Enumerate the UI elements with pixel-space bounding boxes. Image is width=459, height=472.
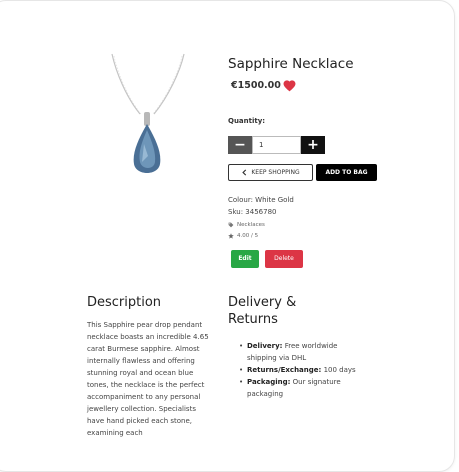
delivery-list: • Delivery: Free worldwide shipping via D… — [228, 340, 358, 400]
description-heading: Description — [87, 295, 162, 310]
product-colour: Colour: White Gold — [228, 196, 294, 204]
keep-shopping-button[interactable]: KEEP SHOPPING — [228, 164, 313, 181]
product-rating: 4.00 / 5 — [228, 233, 258, 239]
list-item: • Returns/Exchange: 100 days — [239, 366, 356, 374]
delivery-item-text: 100 days — [323, 366, 356, 374]
delivery-item-label: Delivery: — [247, 342, 283, 350]
star-icon — [228, 233, 234, 239]
category-label: Necklaces — [237, 222, 265, 228]
list-item: • Delivery: Free worldwide shipping via D… — [239, 342, 338, 362]
add-to-bag-button[interactable]: ADD TO BAG — [316, 164, 377, 181]
description-text: This Sapphire pear drop pendant necklace… — [87, 321, 209, 437]
tag-icon — [228, 222, 234, 228]
chevron-left-icon — [242, 169, 247, 176]
delivery-heading-line2: Returns — [228, 312, 278, 327]
product-image — [111, 53, 185, 173]
delivery-item-label: Returns/Exchange: — [247, 366, 322, 374]
heart-icon[interactable] — [283, 80, 296, 92]
quantity-label: Quantity: — [228, 117, 266, 125]
product-sku: Sku: 3456780 — [228, 208, 277, 216]
delivery-heading: Delivery & Returns — [228, 294, 296, 328]
quantity-input[interactable] — [252, 136, 301, 154]
category-link[interactable]: Necklaces — [228, 222, 265, 228]
quantity-decrement-button[interactable]: − — [228, 136, 252, 154]
list-item: • Packaging: Our signature packaging — [239, 378, 341, 398]
keep-shopping-label: KEEP SHOPPING — [251, 169, 300, 176]
delete-button[interactable]: Delete — [265, 250, 303, 268]
product-title: Sapphire Necklace — [228, 56, 354, 72]
quantity-increment-button[interactable]: + — [301, 136, 325, 154]
product-price: €1500.00 — [231, 80, 281, 91]
delivery-heading-line1: Delivery & — [228, 295, 297, 310]
delivery-item-label: Packaging: — [247, 378, 291, 386]
rating-label: 4.00 / 5 — [237, 233, 259, 239]
edit-button[interactable]: Edit — [231, 250, 259, 268]
